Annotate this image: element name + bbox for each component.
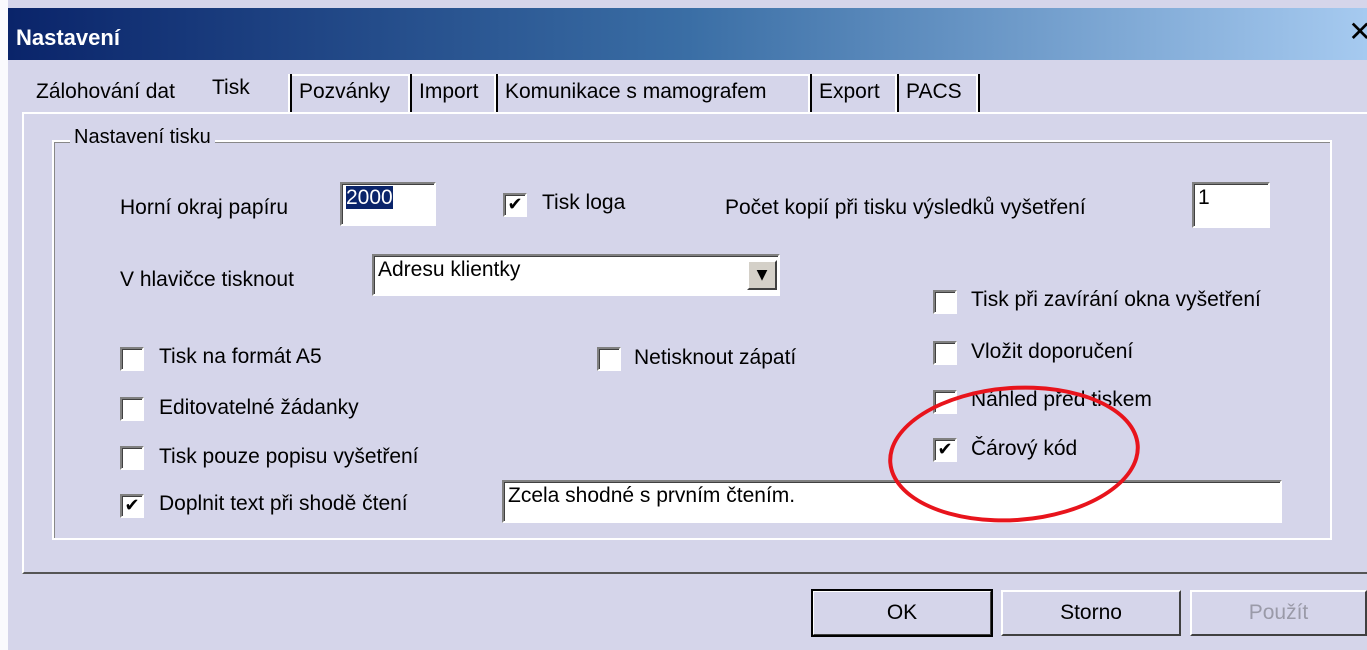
fill-text-label: Doplnit text při shodě čtení [159, 492, 408, 515]
tab-zalohovani[interactable]: Zálohování dat [30, 74, 181, 110]
editable-requests-checkbox[interactable] [120, 397, 144, 421]
copies-input[interactable]: 1 [1192, 182, 1270, 228]
chevron-down-icon[interactable]: ▼ [747, 260, 777, 290]
print-logo-label: Tisk loga [542, 191, 626, 214]
print-logo-checkbox[interactable]: ✔ [503, 193, 527, 217]
insert-recommendation-checkbox[interactable] [933, 341, 957, 365]
header-select-value: Adresu klientky [378, 258, 521, 281]
no-footer-label: Netisknout zápatí [634, 346, 797, 369]
paper-margin-value: 2000 [346, 186, 393, 209]
editable-requests-label: Editovatelné žádanky [159, 396, 359, 419]
apply-button[interactable]: Použít [1190, 590, 1367, 636]
ok-button[interactable]: OK [811, 589, 993, 637]
print-on-close-checkbox[interactable] [933, 290, 957, 314]
no-footer-checkbox[interactable] [597, 347, 621, 371]
fill-text-checkbox[interactable]: ✔ [120, 494, 144, 518]
window-title: Nastavení [16, 25, 120, 50]
tab-pozvanky[interactable]: Pozvánky [293, 74, 396, 110]
insert-recommendation-label: Vložit doporučení [971, 340, 1134, 363]
paper-margin-label: Horní okraj papíru [120, 196, 289, 219]
print-on-close-label: Tisk při zavírání okna vyšetření [971, 288, 1261, 311]
tab-separator [895, 74, 899, 112]
description-only-label: Tisk pouze popisu vyšetření [159, 445, 419, 468]
format-a5-checkbox[interactable] [120, 347, 144, 371]
repeat-text-input[interactable]: Zcela shodné s prvním čtením. [502, 480, 1282, 523]
header-select[interactable]: Adresu klientky [372, 254, 780, 296]
format-a5-label: Tisk na formát A5 [159, 345, 322, 368]
tab-pacs[interactable]: PACS [900, 74, 968, 110]
tab-separator [288, 74, 292, 112]
description-only-checkbox[interactable] [120, 446, 144, 470]
tab-tisk[interactable]: Tisk [206, 70, 256, 106]
left-edge [0, 0, 8, 650]
close-icon[interactable]: ✕ [1347, 18, 1367, 48]
copies-label: Počet kopií při tisku výsledků vyšetření [725, 196, 1086, 219]
tab-separator [976, 74, 980, 112]
title-bar[interactable]: Nastavení [8, 8, 1367, 60]
tab-komunikace[interactable]: Komunikace s mamografem [499, 74, 772, 110]
group-title: Nastavení tisku [70, 126, 215, 149]
tab-separator [808, 74, 812, 112]
header-label: V hlavičce tisknout [120, 268, 294, 291]
tab-import[interactable]: Import [413, 74, 485, 110]
paper-margin-input[interactable]: 2000 [340, 182, 436, 226]
tab-separator [408, 74, 412, 112]
cancel-button[interactable]: Storno [1001, 590, 1181, 636]
tab-separator [494, 74, 498, 112]
tab-export[interactable]: Export [813, 74, 886, 110]
